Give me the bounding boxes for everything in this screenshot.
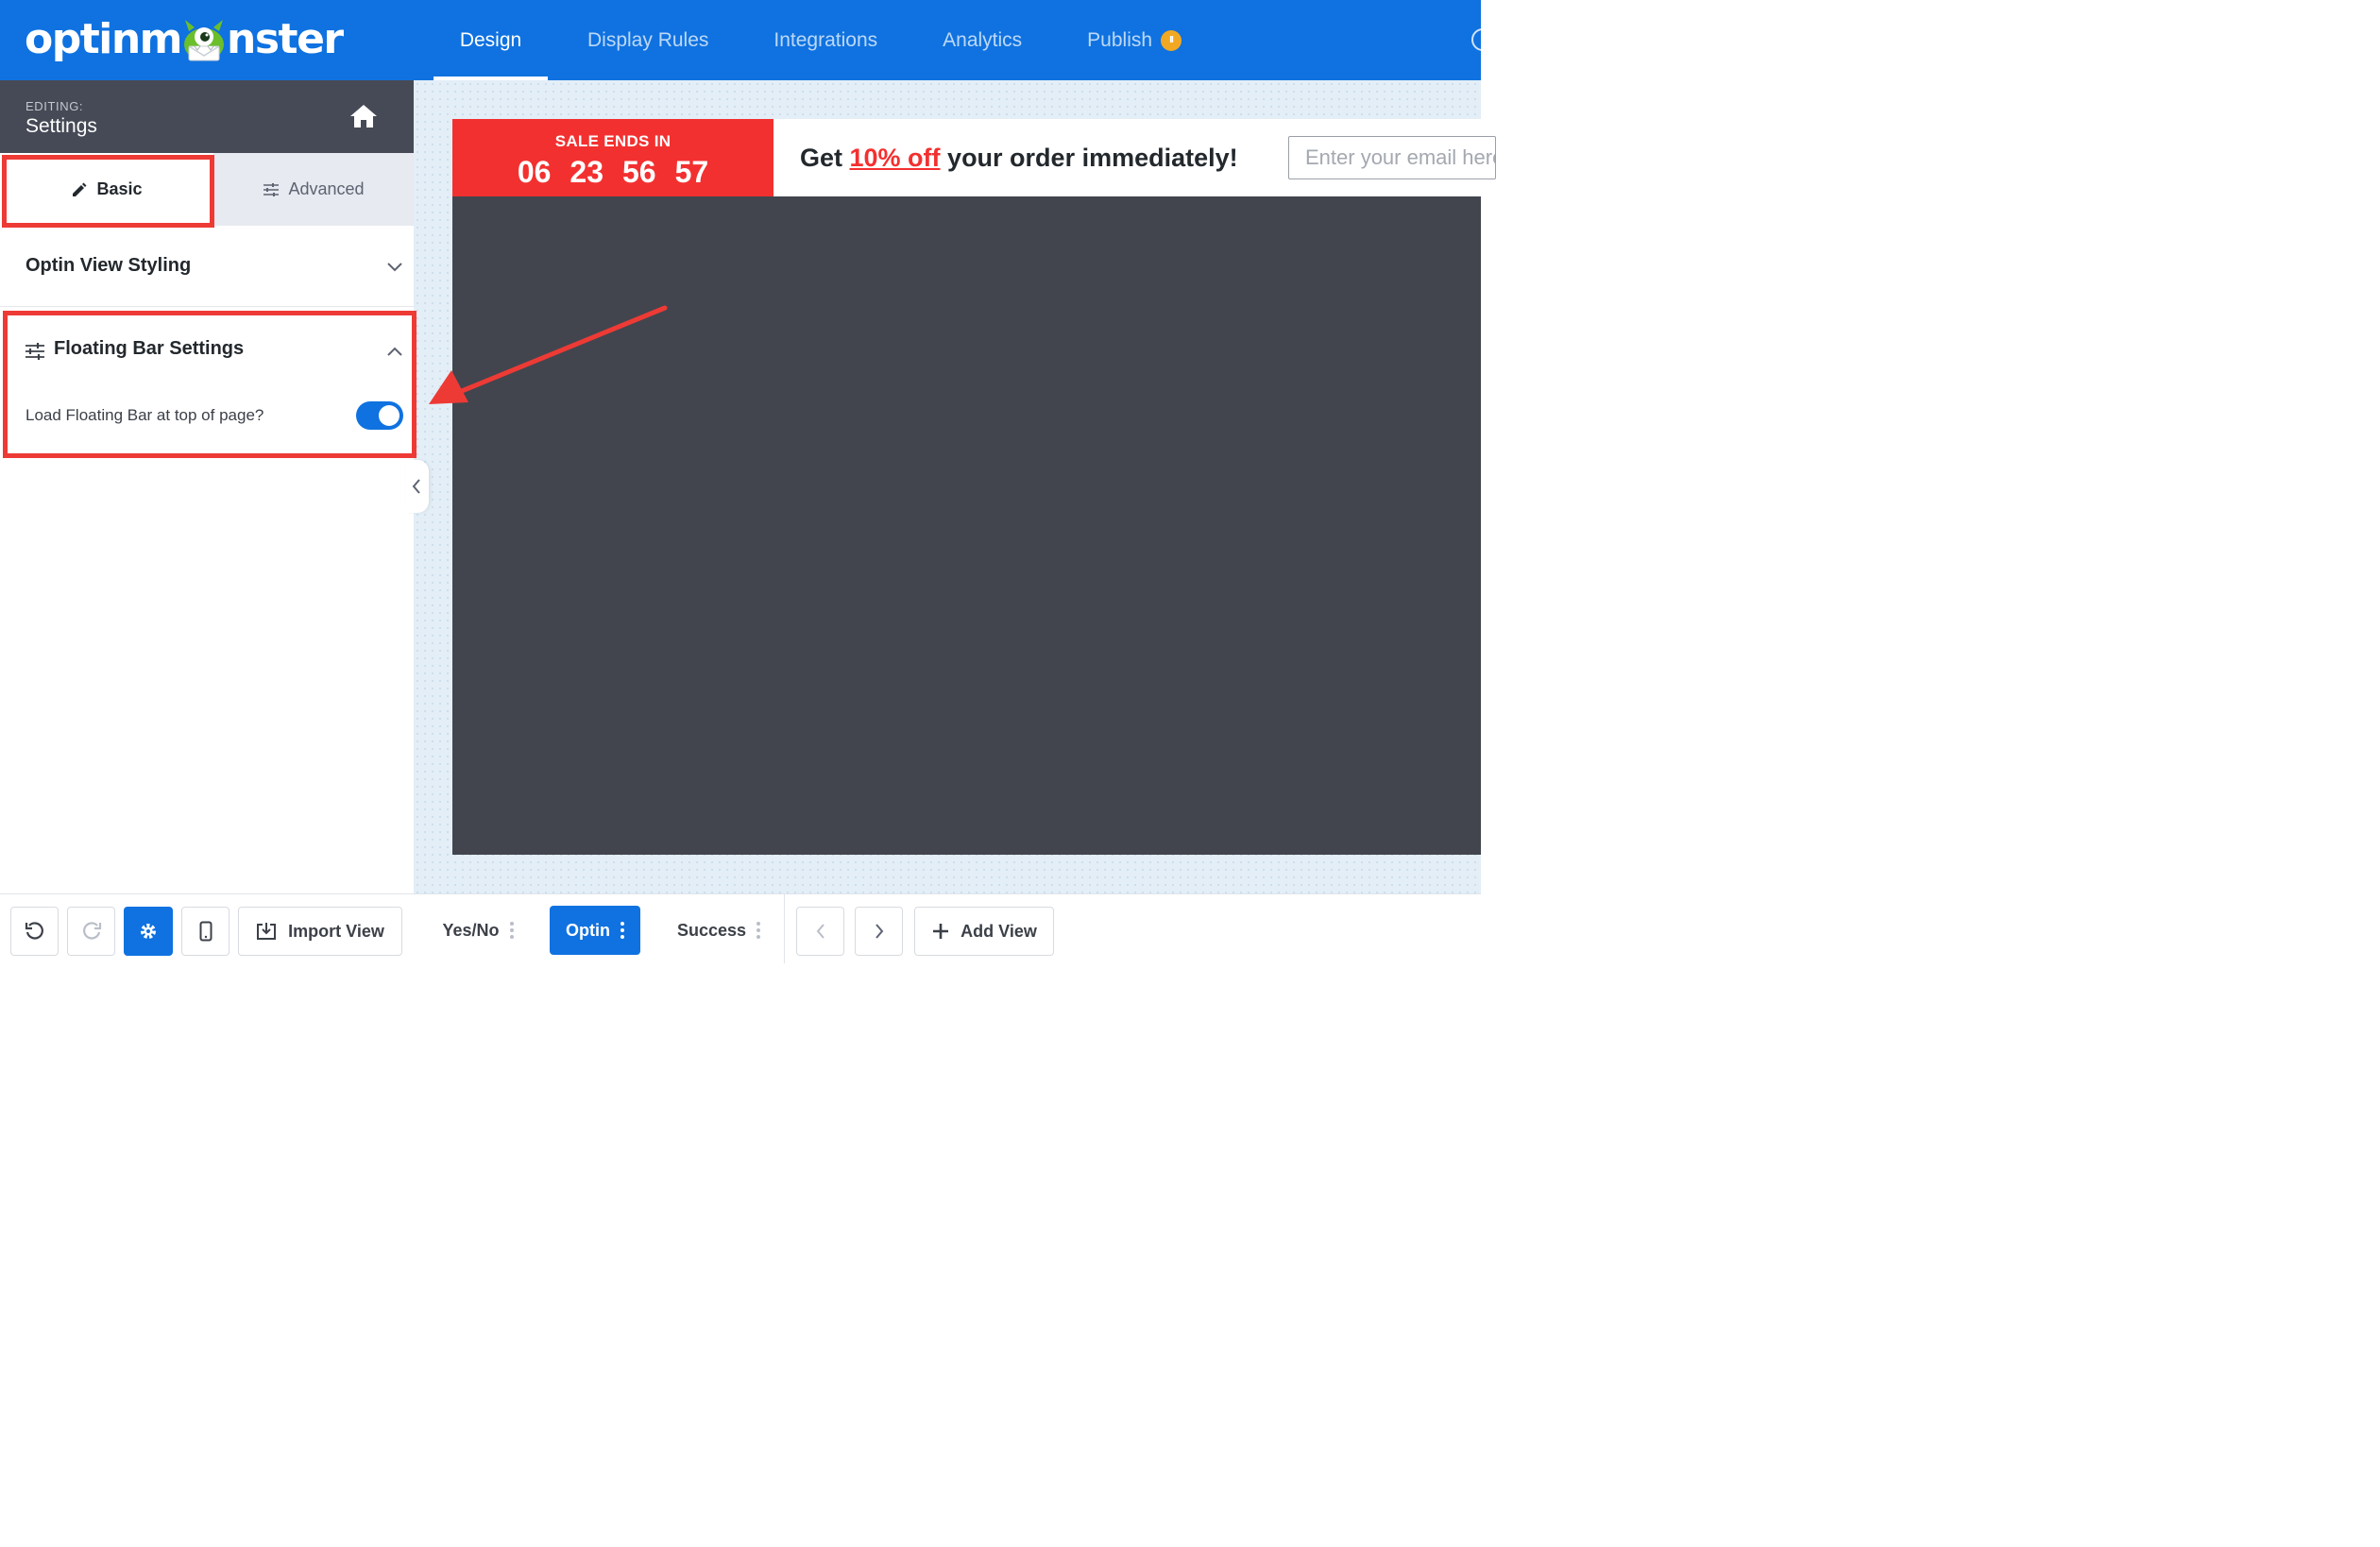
email-field[interactable]: [1288, 136, 1496, 179]
chevron-down-icon: [387, 263, 402, 272]
chevron-left-icon: [412, 479, 420, 494]
paused-status-icon: II: [1161, 29, 1182, 51]
headline-highlight: 10% off: [849, 144, 941, 172]
gear-icon: [141, 924, 156, 939]
floating-bar-preview[interactable]: SALE ENDS IN 06 23 56 57 Get 10% off you…: [452, 119, 1496, 196]
help-icon[interactable]: [1471, 28, 1494, 51]
tab-advanced[interactable]: Advanced: [213, 153, 414, 226]
view-tab-success-label: Success: [676, 920, 747, 940]
sidebar-collapse-handle[interactable]: [406, 460, 429, 513]
tab-display-rules-label: Display Rules: [587, 28, 709, 51]
redo-button[interactable]: [67, 907, 115, 956]
preview-page-area: [452, 196, 1481, 855]
view-tab-yes-no[interactable]: Yes/No: [427, 906, 529, 955]
countdown-hours: 23: [570, 155, 604, 189]
countdown-seconds: 57: [674, 155, 709, 189]
top-navigation-bar: optinm nster Design Display Rules Integr…: [0, 0, 1494, 80]
mobile-phone-icon: [199, 921, 212, 942]
more-options-icon[interactable]: [509, 922, 514, 939]
main-tabs: Design Display Rules Integrations Analyt…: [434, 0, 1182, 80]
countdown-timer[interactable]: SALE ENDS IN 06 23 56 57: [452, 119, 774, 196]
highlight-box-basic-tab: [2, 155, 214, 228]
editing-title: Settings: [26, 115, 97, 137]
countdown-label: SALE ENDS IN: [554, 132, 672, 150]
sliders-icon: [264, 182, 280, 196]
editing-header: EDITING: Settings: [0, 80, 414, 153]
import-view-label: Import View: [288, 921, 384, 941]
chevron-left-icon: [816, 924, 824, 939]
monster-logo-icon: [184, 20, 225, 61]
add-view-button[interactable]: Add View: [914, 907, 1054, 956]
more-options-icon[interactable]: [756, 922, 761, 939]
countdown-minutes: 56: [622, 155, 656, 189]
tab-advanced-label: Advanced: [288, 179, 365, 198]
view-tab-yes-no-label: Yes/No: [442, 920, 500, 940]
tab-analytics-label: Analytics: [943, 28, 1023, 51]
undo-button[interactable]: [10, 907, 59, 956]
home-icon[interactable]: [349, 103, 378, 129]
view-tab-success[interactable]: Success: [663, 906, 774, 955]
chevron-right-icon: [875, 924, 883, 939]
headline-post: your order immediately!: [940, 144, 1238, 172]
view-tab-optin[interactable]: Optin: [550, 906, 640, 955]
undo-icon: [25, 922, 43, 940]
tab-publish-label: Publish: [1087, 28, 1153, 51]
countdown-digits: 06 23 56 57: [452, 155, 774, 190]
more-options-icon[interactable]: [620, 922, 624, 939]
import-icon: [257, 923, 277, 940]
add-view-label: Add View: [960, 921, 1037, 941]
view-tab-optin-label: Optin: [566, 920, 610, 940]
optin-view-styling-title: Optin View Styling: [26, 255, 192, 276]
countdown-days: 06: [517, 155, 552, 189]
settings-button[interactable]: [124, 907, 173, 956]
tab-integrations-label: Integrations: [774, 28, 878, 51]
bottom-toolbar: Import View Yes/No Optin Success Add Vie…: [0, 893, 1481, 963]
previous-view-button[interactable]: [796, 907, 844, 956]
headline-pre: Get: [800, 144, 850, 172]
annotation-arrow-icon: [429, 305, 668, 404]
tab-analytics[interactable]: Analytics: [943, 0, 1022, 80]
editing-label: EDITING:: [26, 99, 84, 113]
tab-design-label: Design: [459, 28, 522, 51]
optin-view-styling-section[interactable]: Optin View Styling: [0, 227, 414, 307]
tab-integrations[interactable]: Integrations: [774, 0, 877, 80]
toolbar-divider: [784, 894, 785, 963]
tab-display-rules[interactable]: Display Rules: [587, 0, 708, 80]
logo-text-right: nster: [227, 15, 344, 63]
plus-icon: [933, 924, 949, 939]
import-view-button[interactable]: Import View: [238, 907, 402, 956]
redo-icon: [82, 922, 101, 940]
next-view-button[interactable]: [855, 907, 903, 956]
highlight-box-floating-settings: [3, 311, 416, 458]
logo-text-left: optinm: [25, 15, 183, 63]
mobile-preview-button[interactable]: [181, 907, 230, 956]
offer-headline[interactable]: Get 10% off your order immediately!: [800, 144, 1238, 173]
optinmonster-logo[interactable]: optinm nster: [25, 13, 344, 66]
tab-publish[interactable]: Publish II: [1087, 0, 1182, 80]
tab-design[interactable]: Design: [434, 0, 548, 80]
